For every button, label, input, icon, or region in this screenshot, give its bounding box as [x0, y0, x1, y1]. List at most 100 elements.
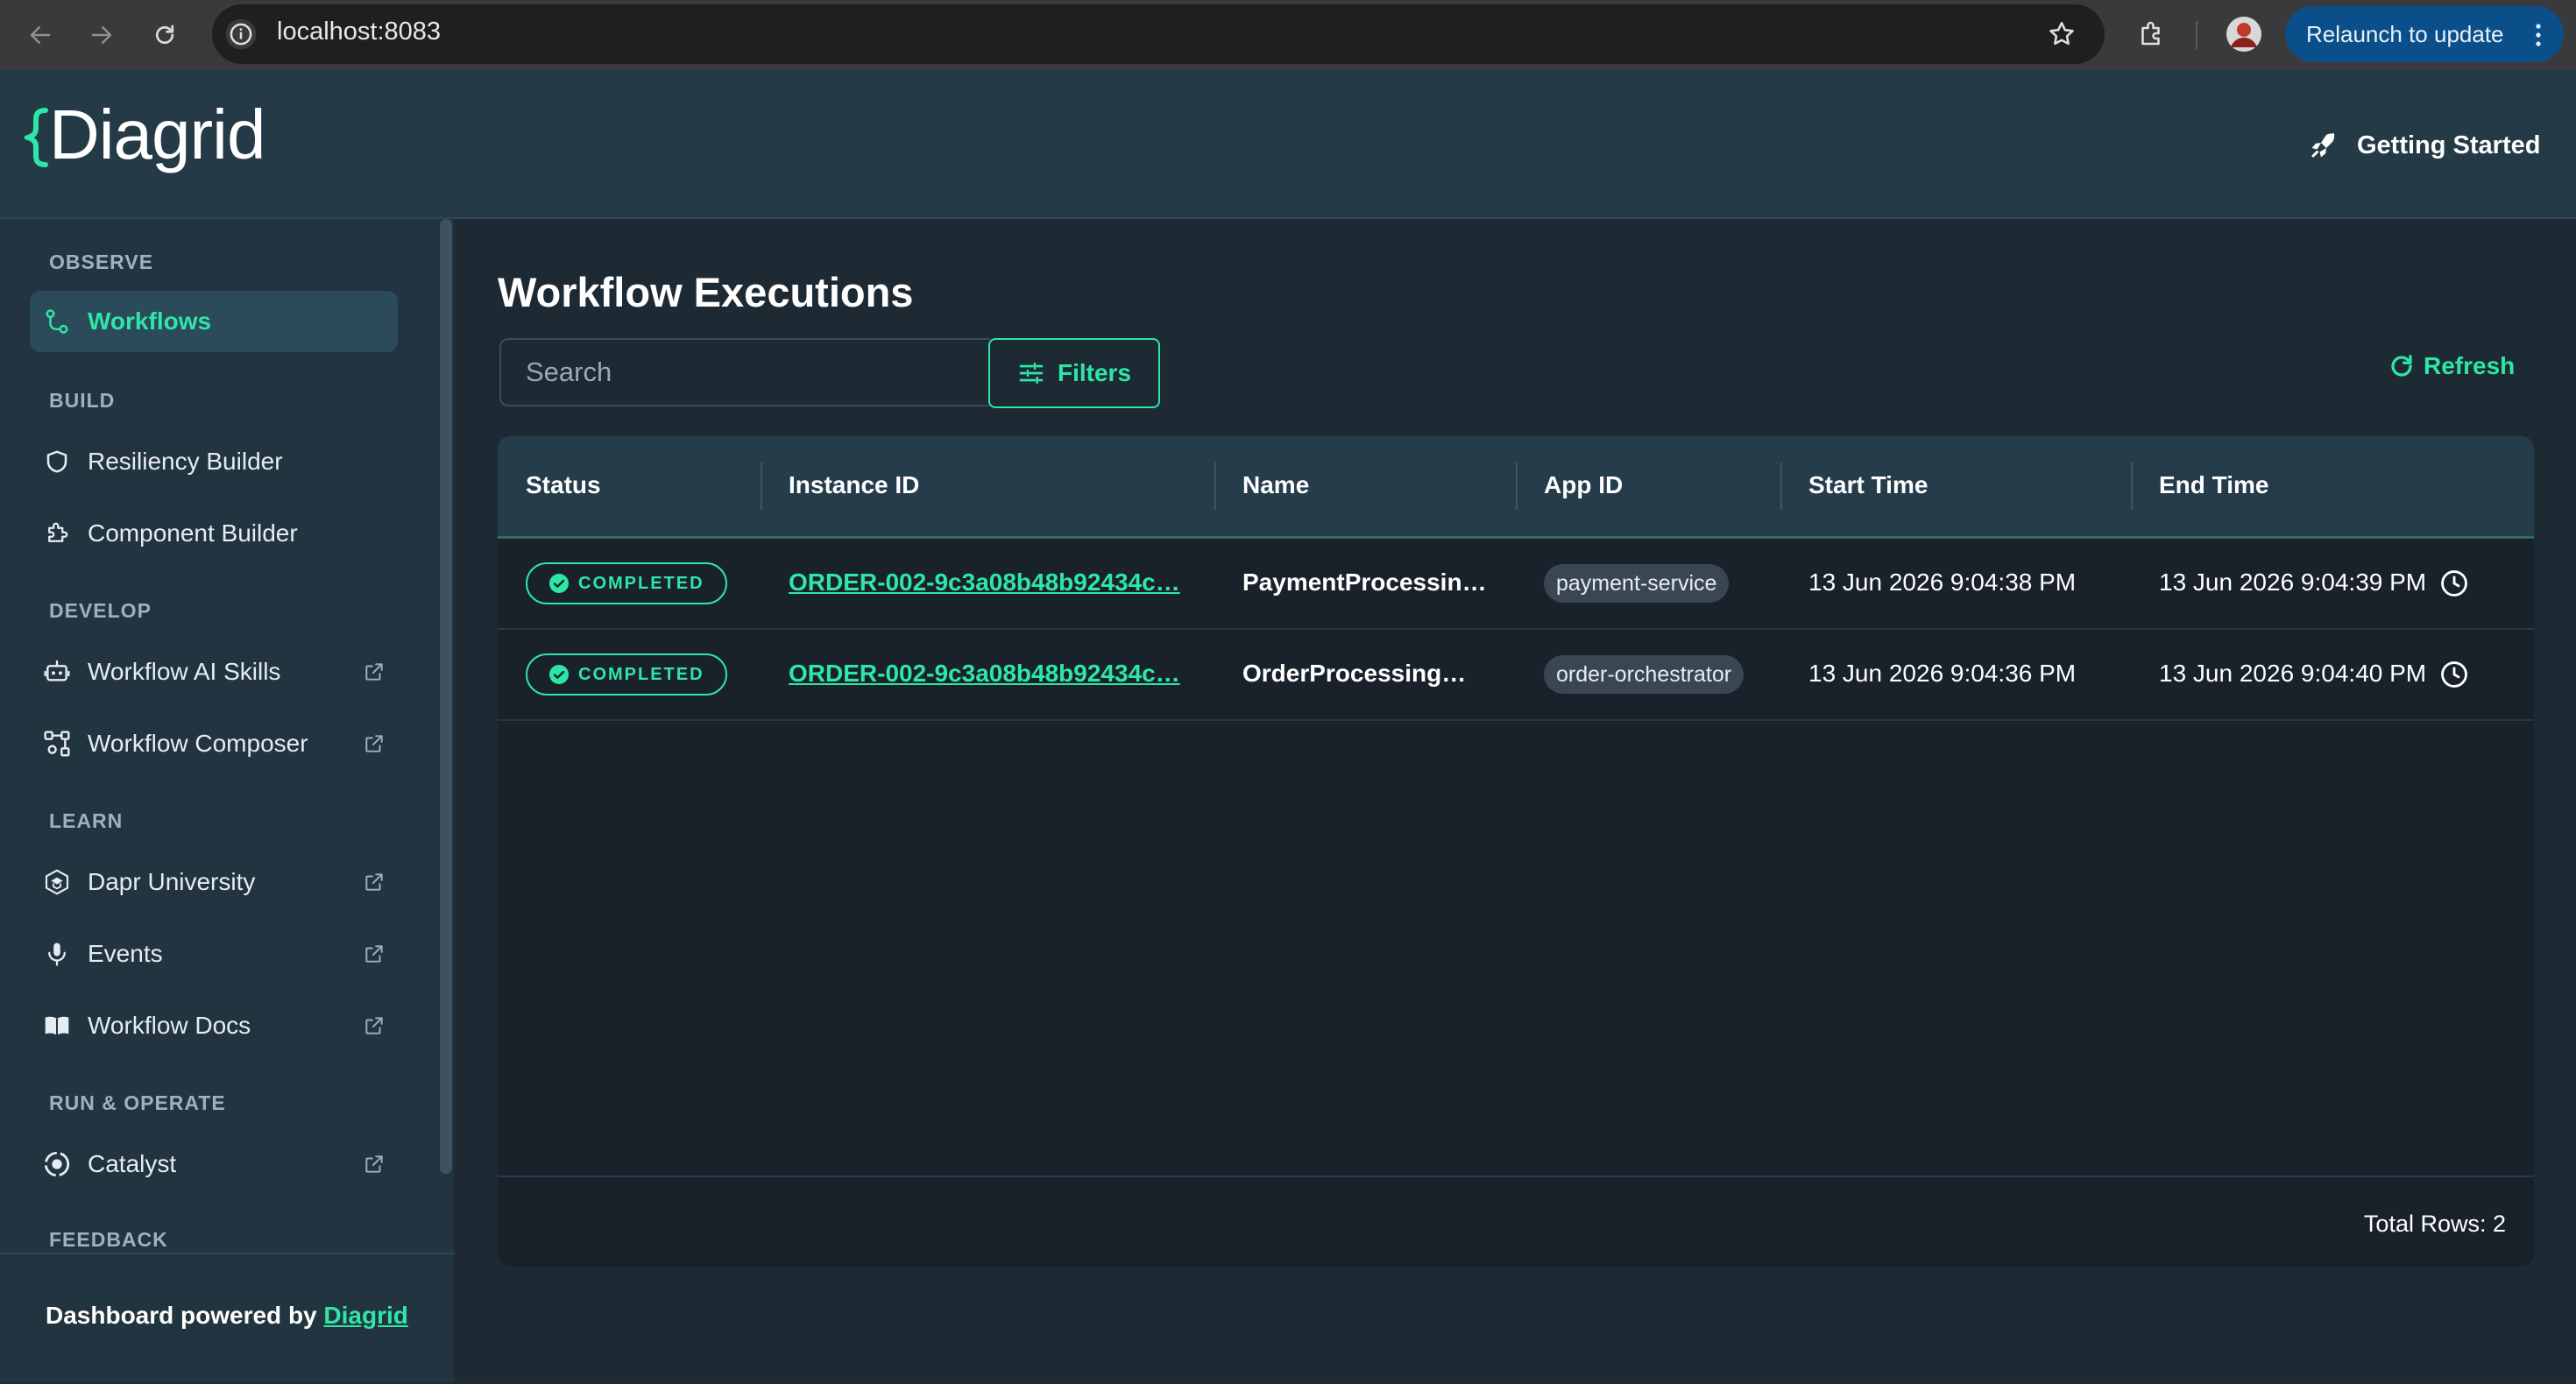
workflow-icon [42, 307, 72, 336]
section-learn: LEARN [49, 809, 124, 832]
reload-button[interactable] [145, 16, 184, 54]
status-badge: COMPLETED [526, 562, 727, 604]
logo[interactable]: Diagrid [49, 95, 265, 175]
check-circle-icon [549, 665, 569, 684]
puzzle-icon [42, 519, 72, 548]
profile-avatar[interactable] [2226, 16, 2262, 53]
end-time: 13 Jun 2026 9:04:39 PM [2159, 568, 2427, 596]
microphone-icon [42, 939, 72, 969]
sidebar-item-label: Resiliency Builder [88, 448, 283, 475]
column-app-id[interactable]: App ID [1544, 471, 1623, 499]
instance-id-link[interactable]: ORDER-002-9c3a08b48b92434c… [789, 568, 1180, 597]
reload-icon [155, 25, 174, 45]
book-icon [42, 1011, 72, 1041]
diagrid-link[interactable]: Diagrid [323, 1302, 407, 1329]
sidebar-item-workflow-composer[interactable]: Workflow Composer [30, 713, 398, 774]
sidebar-item-label: Workflow AI Skills [88, 658, 281, 685]
end-time: 13 Jun 2026 9:04:40 PM [2159, 660, 2427, 687]
composer-icon [42, 729, 72, 759]
section-observe: OBSERVE [49, 251, 154, 273]
sidebar-scrollbar[interactable] [440, 219, 452, 1174]
column-instance-id[interactable]: Instance ID [789, 471, 919, 499]
extensions-icon[interactable] [2136, 18, 2168, 49]
table-row[interactable]: COMPLETED ORDER-002-9c3a08b48b92434c… Pa… [498, 539, 2534, 630]
bookmark-star-icon[interactable] [2047, 19, 2077, 49]
column-separator [1516, 463, 1518, 510]
section-build: BUILD [49, 389, 116, 412]
instance-id-link[interactable]: ORDER-002-9c3a08b48b92434c… [789, 660, 1180, 688]
filter-sliders-icon [1019, 363, 1044, 384]
status-text: COMPLETED [578, 664, 704, 684]
powered-by-prefix: Dashboard powered by [46, 1302, 324, 1329]
clock-icon[interactable] [2439, 568, 2469, 598]
arrow-left-icon [30, 26, 51, 44]
app-header [0, 70, 2576, 219]
section-run-operate: RUN & OPERATE [49, 1091, 226, 1114]
shield-icon [42, 447, 72, 477]
toolbar-divider [2196, 21, 2197, 49]
refresh-icon [2391, 355, 2412, 377]
start-time: 13 Jun 2026 9:04:38 PM [1808, 568, 2077, 596]
sidebar-item-label: Component Builder [88, 519, 298, 547]
executions-table: Status Instance ID Name App ID Start Tim… [498, 436, 2534, 1267]
url-text[interactable]: localhost:8083 [277, 18, 441, 46]
sidebar-item-workflow-docs[interactable]: Workflow Docs [30, 995, 398, 1056]
table-row[interactable]: COMPLETED ORDER-002-9c3a08b48b92434c… Or… [498, 630, 2534, 721]
page-title: Workflow Executions [498, 269, 914, 315]
column-name[interactable]: Name [1242, 471, 1309, 499]
column-separator [1780, 463, 1782, 510]
external-link-icon [363, 943, 386, 965]
logo-brace-icon [25, 107, 51, 168]
workflow-name: OrderProcessing… [1242, 660, 1467, 687]
sidebar-item-catalyst[interactable]: Catalyst [30, 1133, 398, 1195]
column-separator [2131, 463, 2133, 510]
refresh-button[interactable]: Refresh [2388, 352, 2515, 380]
sidebar-item-label: Dapr University [88, 868, 256, 895]
sidebar-item-label: Events [88, 940, 163, 967]
check-circle-icon [549, 574, 569, 593]
more-vert-icon[interactable] [2534, 21, 2543, 49]
back-button[interactable] [21, 16, 60, 54]
sidebar-item-label: Workflow Docs [88, 1012, 251, 1039]
sidebar-item-resiliency-builder[interactable]: Resiliency Builder [30, 431, 398, 492]
address-bar[interactable] [212, 4, 2105, 64]
sidebar-item-dapr-university[interactable]: Dapr University [30, 851, 398, 913]
forward-button[interactable] [82, 16, 121, 54]
workflow-name: PaymentProcessin… [1242, 568, 1487, 596]
external-link-icon [363, 660, 386, 683]
relaunch-label: Relaunch to update [2306, 21, 2504, 47]
column-start-time[interactable]: Start Time [1808, 471, 1928, 499]
table-footer: Total Rows: 2 [498, 1176, 2534, 1267]
filters-button[interactable]: Filters [988, 338, 1160, 408]
search-field[interactable] [499, 338, 990, 406]
external-link-icon [363, 1153, 386, 1176]
external-link-icon [363, 871, 386, 893]
filters-label: Filters [1057, 359, 1132, 386]
sidebar-item-workflows[interactable]: Workflows [30, 291, 398, 352]
section-develop: DEVELOP [49, 599, 152, 622]
sidebar-item-events[interactable]: Events [30, 923, 398, 985]
clock-icon[interactable] [2439, 660, 2469, 689]
app-id-chip: order-orchestrator [1544, 655, 1744, 694]
refresh-label: Refresh [2424, 352, 2516, 379]
section-feedback: FEEDBACK [49, 1228, 168, 1251]
total-rows: Total Rows: 2 [2363, 1211, 2506, 1237]
status-badge: COMPLETED [526, 653, 727, 696]
robot-icon [42, 657, 72, 687]
sidebar-item-label: Workflow Composer [88, 730, 308, 757]
column-status[interactable]: Status [526, 471, 601, 499]
sidebar-item-component-builder[interactable]: Component Builder [30, 503, 398, 564]
column-end-time[interactable]: End Time [2159, 471, 2269, 499]
sidebar-item-label: Workflows [88, 307, 212, 335]
column-separator [1214, 463, 1216, 510]
getting-started-link[interactable]: Getting Started [2357, 131, 2540, 160]
catalyst-icon [42, 1149, 72, 1179]
arrow-right-icon [91, 26, 112, 44]
search-input[interactable] [501, 340, 990, 405]
external-link-icon [363, 732, 386, 755]
site-info-icon[interactable] [224, 18, 258, 51]
start-time: 13 Jun 2026 9:04:36 PM [1808, 660, 2077, 687]
sidebar-item-workflow-ai-skills[interactable]: Workflow AI Skills [30, 641, 398, 703]
university-icon [42, 867, 72, 897]
app-id-chip: payment-service [1544, 564, 1730, 603]
